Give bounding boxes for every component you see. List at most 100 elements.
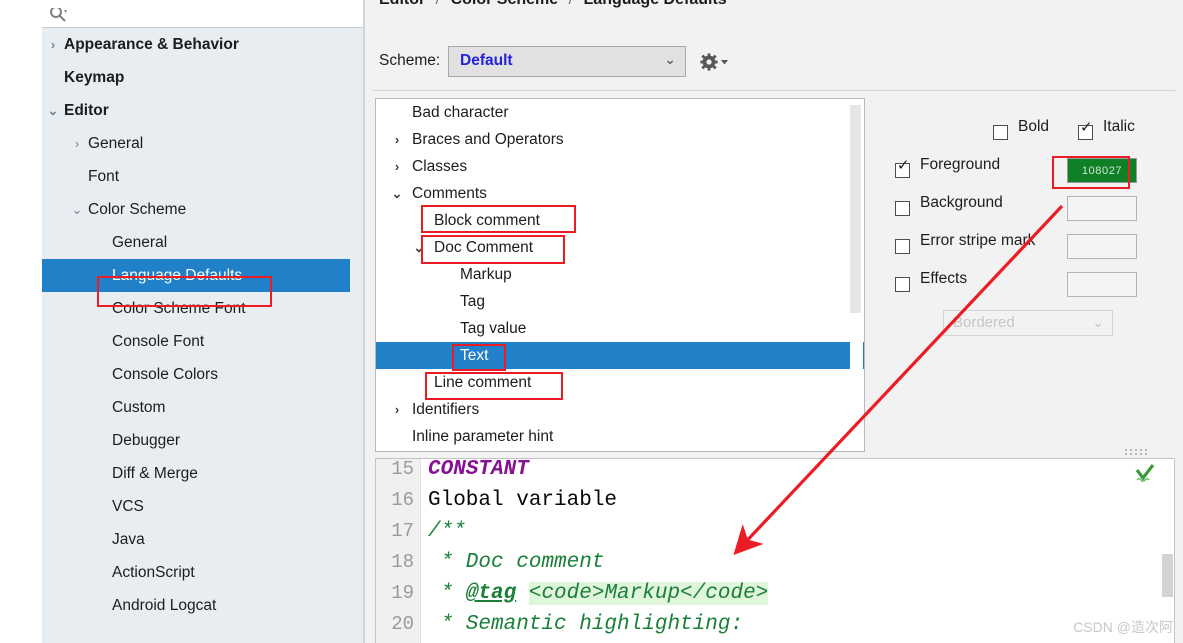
italic-checkbox[interactable]	[1078, 120, 1093, 140]
scheme-dropdown[interactable]: Default ⌄	[448, 46, 686, 77]
code-text: * @tag <code>Markup</code>	[428, 578, 769, 609]
chevron-down-icon[interactable]: ⌄	[42, 94, 64, 127]
code-span: /**	[428, 520, 466, 543]
code-text: /**	[428, 516, 466, 547]
sidebar-item-list: › Appearance & Behavior Keymap ⌄ Editor › Gene…	[42, 28, 363, 622]
sidebar-item-general[interactable]: General	[42, 226, 363, 259]
preview-scrollbar-thumb[interactable]	[1162, 554, 1173, 597]
sidebar-scrollbar[interactable]	[350, 28, 670, 643]
breadcrumb-separator-1: /	[430, 0, 446, 8]
foreground-color-swatch[interactable]: 108027	[1067, 158, 1137, 183]
chevron-right-icon[interactable]: ›	[386, 396, 408, 423]
scheme-settings-gear-button[interactable]	[698, 50, 730, 74]
color-settings-tree[interactable]: Bad character › Braces and Operators › Class…	[375, 98, 865, 452]
tree-row-label: Block comment	[434, 212, 540, 229]
settings-search-bar[interactable]	[42, 0, 363, 28]
sidebar-item-actionscript[interactable]: ActionScript	[42, 556, 363, 589]
sidebar-item-appearance-behavior[interactable]: › Appearance & Behavior	[42, 28, 363, 61]
tree-row-label: Inline parameter hint	[412, 428, 554, 445]
tree-row-identifiers[interactable]: › Identifiers	[376, 396, 864, 423]
tree-row-bad-character[interactable]: Bad character	[376, 99, 864, 126]
code-preview[interactable]: 15 CONSTANT 16 Global variable 17 /** 18 * Doc…	[375, 458, 1175, 643]
sidebar-item-label: Editor	[64, 102, 109, 119]
foreground-checkbox[interactable]	[895, 158, 910, 178]
sidebar-item-label: General	[88, 135, 144, 152]
sidebar-item-label: Font	[88, 168, 120, 185]
inspection-ok-icon[interactable]	[1134, 463, 1156, 485]
tree-row-block-comment[interactable]: Block comment	[376, 207, 864, 234]
search-icon	[47, 8, 69, 28]
gear-icon	[700, 53, 728, 71]
background-checkbox[interactable]	[895, 201, 910, 216]
code-line: 17 /**	[376, 516, 1174, 547]
sidebar-item-label: Color Scheme Font	[112, 300, 246, 317]
splitter-handle[interactable]	[1125, 449, 1153, 457]
sidebar-item-console-font[interactable]: Console Font	[42, 325, 363, 358]
preview-scrollbar[interactable]	[1160, 459, 1174, 643]
tree-row-inline-parameter-hint[interactable]: Inline parameter hint	[376, 423, 864, 450]
tree-row-label: Doc Comment	[434, 239, 534, 256]
scheme-selected-value: Default	[460, 52, 513, 69]
sidebar-item-label: VCS	[112, 498, 144, 515]
chevron-right-icon[interactable]: ›	[386, 126, 408, 153]
sidebar-item-general[interactable]: › General	[42, 127, 363, 160]
sidebar-item-label: Keymap	[64, 69, 125, 86]
sidebar-item-editor[interactable]: ⌄ Editor	[42, 94, 363, 127]
tree-row-classes[interactable]: › Classes	[376, 153, 864, 180]
chevron-right-icon[interactable]: ›	[386, 153, 408, 180]
chevron-right-icon[interactable]: ›	[42, 28, 64, 61]
sidebar-item-custom[interactable]: Custom	[42, 391, 363, 424]
sidebar-item-vcs[interactable]: VCS	[42, 490, 363, 523]
effects-label: Effects	[920, 270, 968, 287]
breadcrumb-color-scheme[interactable]: Color Scheme	[451, 0, 559, 8]
tree-row-line-comment[interactable]: Line comment	[376, 369, 864, 396]
effects-checkbox[interactable]	[895, 277, 910, 292]
sidebar-item-java[interactable]: Java	[42, 523, 363, 556]
tree-row-braces-and-operators[interactable]: › Braces and Operators	[376, 126, 864, 153]
effects-color-swatch[interactable]	[1067, 272, 1137, 297]
effect-type-dropdown[interactable]: Bordered ⌄	[943, 310, 1113, 336]
sidebar-item-label: Custom	[112, 399, 166, 416]
tree-row-tag[interactable]: Tag	[376, 288, 864, 315]
code-text: CONSTANT	[428, 459, 529, 485]
sidebar-item-android-logcat[interactable]: Android Logcat	[42, 589, 363, 622]
chevron-down-icon[interactable]: ⌄	[66, 193, 88, 226]
sidebar-item-color-scheme-font[interactable]: Color Scheme Font	[42, 292, 363, 325]
code-line: 18 * Doc comment	[376, 547, 1174, 578]
chevron-down-icon[interactable]: ⌄	[408, 234, 430, 261]
error-stripe-mark-label: Error stripe mark	[920, 232, 1036, 249]
tree-row-doc-comment[interactable]: ⌄ Doc Comment	[376, 234, 864, 261]
sidebar-item-debugger[interactable]: Debugger	[42, 424, 363, 457]
bold-checkbox[interactable]	[993, 125, 1008, 140]
chevron-down-icon[interactable]: ⌄	[386, 180, 408, 207]
breadcrumb-editor[interactable]: Editor	[379, 0, 425, 8]
code-span: * Doc comment	[428, 551, 605, 574]
italic-label: Italic	[1103, 118, 1135, 135]
tree-row-markup[interactable]: Markup	[376, 261, 864, 288]
error-stripe-mark-checkbox[interactable]	[895, 239, 910, 254]
background-color-swatch[interactable]	[1067, 196, 1137, 221]
code-line: 19 * @tag <code>Markup</code>	[376, 578, 1174, 609]
breadcrumb: Editor / Color Scheme / Language Default…	[379, 0, 727, 19]
sidebar-item-language-defaults[interactable]: Language Defaults	[42, 259, 363, 292]
settings-sidebar[interactable]: › Appearance & Behavior Keymap ⌄ Editor › Gene…	[42, 28, 670, 643]
watermark: CSDN @造次阿	[1073, 619, 1173, 635]
tree-row-label: Markup	[460, 266, 512, 283]
sidebar-item-label: ActionScript	[112, 564, 195, 581]
tree-row-tag-value[interactable]: Tag value	[376, 315, 864, 342]
chevron-right-icon[interactable]: ›	[66, 127, 88, 160]
sidebar-item-color-scheme[interactable]: ⌄ Color Scheme	[42, 193, 363, 226]
tree-row-comments[interactable]: ⌄ Comments	[376, 180, 864, 207]
sidebar-item-keymap[interactable]: Keymap	[42, 61, 363, 94]
error-stripe-mark-color-swatch[interactable]	[1067, 234, 1137, 259]
horizontal-divider	[373, 90, 1175, 91]
code-span: @tag	[465, 582, 517, 605]
tree-scrollbar[interactable]	[850, 100, 863, 451]
sidebar-item-diff-merge[interactable]: Diff & Merge	[42, 457, 363, 490]
sidebar-item-console-colors[interactable]: Console Colors	[42, 358, 363, 391]
tree-scrollbar-thumb[interactable]	[850, 105, 861, 313]
sidebar-item-font[interactable]: Font	[42, 160, 363, 193]
line-number: 16	[391, 489, 414, 511]
tree-row-text[interactable]: Text	[376, 342, 864, 369]
effect-type-value: Bordered	[953, 314, 1015, 331]
